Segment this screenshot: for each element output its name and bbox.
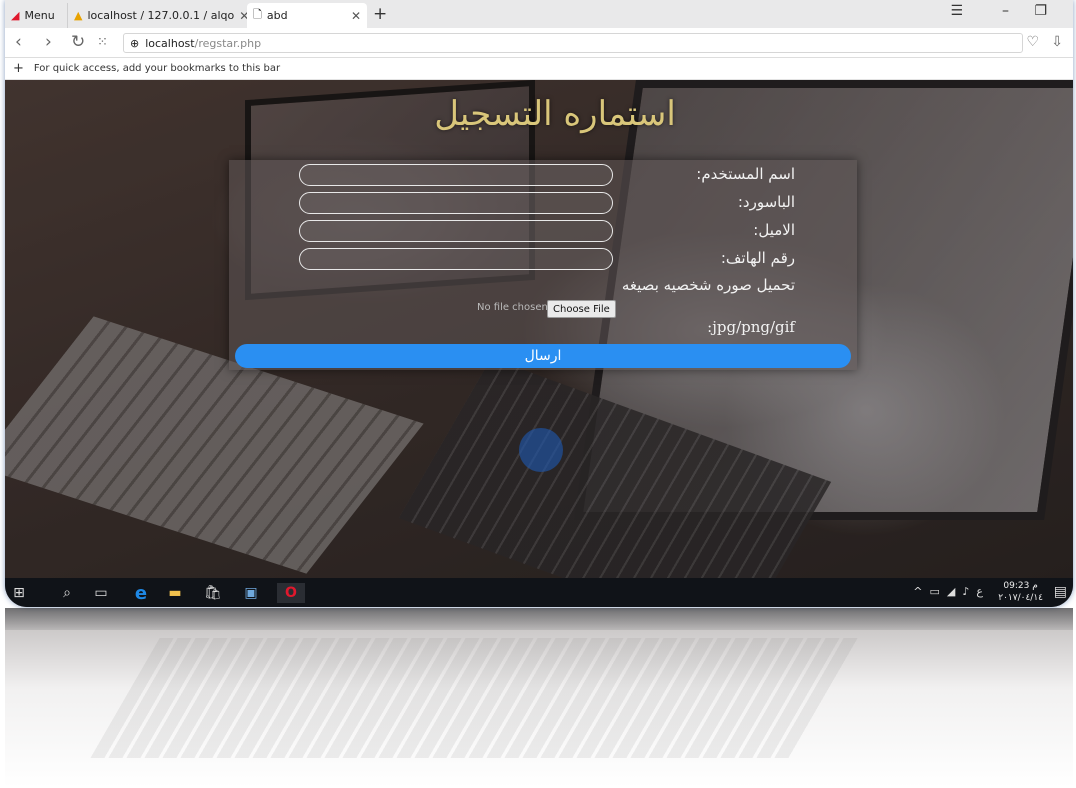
- phone-label: رقم الهاتف:: [720, 249, 795, 267]
- store-icon[interactable]: 🛍: [203, 583, 223, 603]
- minimize-icon[interactable]: –: [1002, 3, 1009, 19]
- windows-start-icon[interactable]: ⊞: [9, 583, 29, 603]
- tab-label: localhost / 127.0.0.1 / alqo: [87, 9, 235, 22]
- phone-row: رقم الهاتف:: [229, 248, 857, 272]
- opera-logo-icon: ◢: [11, 9, 20, 22]
- app-icon[interactable]: ▣: [241, 583, 261, 603]
- network-icon[interactable]: ◢: [947, 585, 955, 598]
- screen-frame: ◢ Menu ▲ localhost / 127.0.0.1 / alqo ✕ …: [5, 0, 1073, 607]
- taskbar-clock[interactable]: 09:23 م ٢٠١٧/٠٤/١٤: [998, 580, 1043, 604]
- notification-icon[interactable]: ▤: [1054, 584, 1067, 600]
- menu-label: Menu: [24, 9, 55, 22]
- choose-file-button[interactable]: Choose File: [547, 300, 616, 318]
- input-language[interactable]: ع: [976, 585, 983, 598]
- task-view-icon[interactable]: ▭: [91, 583, 111, 603]
- password-field[interactable]: [299, 192, 613, 214]
- document-icon: 🗋: [253, 8, 262, 21]
- clock-time: 09:23 م: [1003, 581, 1038, 591]
- speed-dial-icon[interactable]: ⁙: [97, 35, 108, 50]
- file-status: No file chosen: [477, 302, 548, 313]
- reflection-taskbar: [5, 608, 1073, 630]
- reflection-keyboard: [90, 638, 860, 758]
- file-explorer-icon[interactable]: ▬: [165, 583, 185, 603]
- tab-label: abd: [266, 9, 288, 22]
- email-label: الاميل:: [753, 221, 795, 239]
- username-label: اسم المستخدم:: [696, 165, 795, 183]
- new-tab-icon[interactable]: +: [373, 4, 387, 24]
- upload-label: تحميل صوره شخصيه بصيغه: [621, 276, 795, 294]
- globe-icon: ⊕: [130, 36, 140, 50]
- edge-icon[interactable]: e: [131, 583, 151, 604]
- opera-menu-button[interactable]: ◢ Menu: [5, 3, 67, 28]
- password-row: الباسورد:: [229, 192, 857, 216]
- heart-icon[interactable]: ♡: [1026, 34, 1039, 50]
- restore-icon[interactable]: ❐: [1034, 3, 1047, 19]
- email-row: الاميل:: [229, 220, 857, 244]
- bookmarks-bar: + For quick access, add your bookmarks t…: [5, 58, 1073, 80]
- phpmyadmin-icon: ▲: [74, 9, 83, 22]
- opera-taskbar-icon[interactable]: O: [277, 583, 305, 603]
- system-tray: ^ ▭ ◢ ♪ ع: [913, 585, 983, 598]
- url-input[interactable]: ⊕ localhost/regstar.php: [123, 33, 1023, 53]
- forward-icon[interactable]: ›: [45, 32, 52, 52]
- password-label: الباسورد:: [737, 193, 795, 211]
- phone-field[interactable]: [299, 248, 613, 270]
- url-path: /regstar.php: [194, 36, 262, 50]
- tab-phpmyadmin[interactable]: ▲ localhost / 127.0.0.1 / alqo ✕: [67, 3, 249, 28]
- screen-reflection: [5, 608, 1073, 788]
- address-bar: ‹ › ↻ ⁙ ⊕ localhost/regstar.php ♡ ⇩: [5, 28, 1073, 58]
- back-icon[interactable]: ‹: [15, 32, 22, 52]
- username-field[interactable]: [299, 164, 613, 186]
- download-icon[interactable]: ⇩: [1051, 34, 1063, 50]
- url-host: localhost: [145, 36, 195, 50]
- windows-taskbar: ⊞ ⌕ ▭ e ▬ 🛍 ▣ O ^ ▭ ◢ ♪ ع 09:23 م ٢٠١٧/٠…: [5, 578, 1073, 607]
- page-content: استماره التسجيل اسم المستخدم: الباسورد: …: [5, 80, 1073, 578]
- tab-abd[interactable]: 🗋 abd ✕: [247, 3, 367, 28]
- username-row: اسم المستخدم:: [229, 164, 857, 188]
- add-bookmark-icon[interactable]: +: [13, 61, 24, 76]
- clock-date: ٢٠١٧/٠٤/١٤: [998, 593, 1043, 603]
- reload-icon[interactable]: ↻: [71, 32, 85, 52]
- registration-form: اسم المستخدم: الباسورد: الاميل: رقم الها…: [229, 160, 857, 370]
- page-title: استماره التسجيل: [434, 94, 676, 134]
- battery-icon[interactable]: ▭: [930, 585, 940, 598]
- close-tab-icon[interactable]: ✕: [351, 9, 361, 23]
- volume-icon[interactable]: ♪: [962, 585, 969, 598]
- chevron-up-icon[interactable]: ^: [913, 585, 922, 598]
- search-icon[interactable]: ⌕: [57, 583, 77, 603]
- email-field[interactable]: [299, 220, 613, 242]
- browser-tab-bar: ◢ Menu ▲ localhost / 127.0.0.1 / alqo ✕ …: [5, 0, 1073, 28]
- submit-button[interactable]: ارسال: [235, 344, 851, 368]
- format-label: :jpg/png/gif: [707, 318, 795, 336]
- tab-menu-icon[interactable]: ☰: [950, 3, 963, 19]
- bookmarks-hint: For quick access, add your bookmarks to …: [33, 63, 281, 74]
- watermark-logo: [519, 428, 563, 472]
